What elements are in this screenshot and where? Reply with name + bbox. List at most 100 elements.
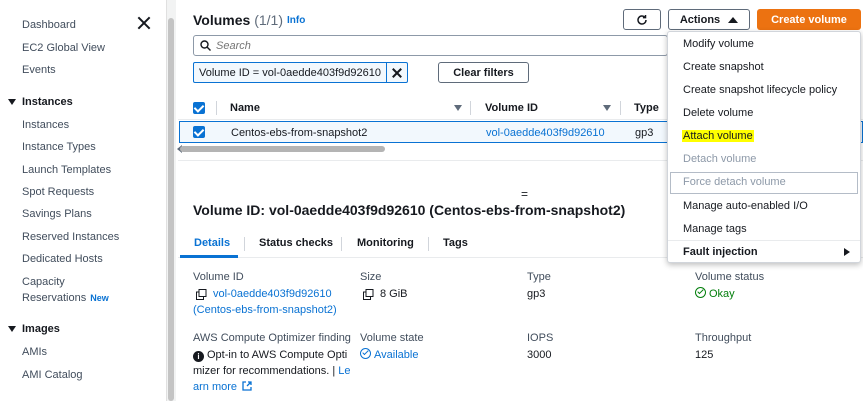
type-value: gp3 <box>527 288 546 300</box>
sidebar-item-reserved-instances[interactable]: Reserved Instances <box>22 231 119 243</box>
sidebar-item-ec2-global-view[interactable]: EC2 Global View <box>22 42 105 54</box>
info-icon: i <box>193 351 204 362</box>
sidebar-section-label: Images <box>22 323 60 335</box>
tab-details[interactable]: Details <box>194 237 230 249</box>
sort-icon[interactable] <box>603 105 611 111</box>
external-link-icon[interactable] <box>242 381 252 391</box>
available-icon <box>360 348 371 359</box>
status-ok-icon <box>695 287 706 298</box>
throughput-value: 125 <box>695 349 714 361</box>
menu-item-detach-volume: Detach volume <box>683 153 757 165</box>
sidebar-item-instances[interactable]: Instances <box>22 119 69 131</box>
row-type: gp3 <box>635 127 654 139</box>
new-badge: New <box>90 293 109 303</box>
sidebar-item-ami-catalog[interactable]: AMI Catalog <box>22 369 83 381</box>
search-box[interactable] <box>193 35 668 56</box>
copy-icon[interactable] <box>196 288 207 300</box>
sort-icon[interactable] <box>454 105 462 111</box>
throughput-label: Throughput <box>695 332 752 344</box>
menu-item-force-detach-volume: Force detach volume <box>683 176 786 188</box>
menu-item-create-snapshot[interactable]: Create snapshot <box>683 61 764 73</box>
sidebar-item-instance-types[interactable]: Instance Types <box>22 141 96 153</box>
menu-item-create-snapshot-lifecycle-policy[interactable]: Create snapshot lifecycle policy <box>683 84 837 96</box>
search-input[interactable] <box>216 38 656 53</box>
menu-item-modify-volume[interactable]: Modify volume <box>683 38 754 50</box>
row-name: Centos-ebs-from-snapshot2 <box>231 127 368 139</box>
learn-more-link[interactable]: arn more <box>193 381 237 393</box>
sidebar-item-capacity-reservations-line2[interactable]: Reservations New <box>22 292 109 304</box>
tab-divider <box>341 237 342 251</box>
volume-count: (1/1) <box>254 12 283 28</box>
sidebar-item-events[interactable]: Events <box>22 64 56 76</box>
actions-menu: Modify volume Create snapshot Create sna… <box>667 31 861 263</box>
active-tab-indicator <box>180 255 238 258</box>
volume-status-label: Volume status <box>695 271 765 283</box>
sidebar-item-dashboard[interactable]: Dashboard <box>22 19 76 31</box>
sidebar-section-images[interactable]: Images <box>8 323 60 335</box>
caret-down-icon <box>8 326 16 332</box>
tab-divider <box>244 237 245 251</box>
sidebar-item-dedicated-hosts[interactable]: Dedicated Hosts <box>22 253 103 265</box>
sidebar: Dashboard EC2 Global View Events Instanc… <box>0 0 165 401</box>
volume-id-name-link[interactable]: (Centos-ebs-from-snapshot2) <box>193 302 337 318</box>
column-header-name[interactable]: Name <box>230 102 260 114</box>
column-divider <box>470 101 471 115</box>
column-divider <box>216 101 217 115</box>
column-header-type[interactable]: Type <box>634 102 659 114</box>
filter-token-label: Volume ID = vol-0aedde403f9d92610 <box>194 63 387 82</box>
size-value: 8 GiB <box>363 286 408 302</box>
actions-button[interactable]: Actions <box>668 9 750 30</box>
volume-id-link[interactable]: vol-0aedde403f9d92610 <box>213 288 332 300</box>
volume-state-value: Available <box>360 347 418 363</box>
page-title: Volumes (1/1) <box>193 12 283 28</box>
caret-down-icon <box>8 99 16 105</box>
optimizer-finding-value: i Opt-in to AWS Compute Opti <box>193 347 347 363</box>
copy-icon[interactable] <box>363 288 374 300</box>
optimizer-finding-line3: arn more <box>193 379 252 395</box>
sidebar-item-launch-templates[interactable]: Launch Templates <box>22 164 111 176</box>
sidebar-section-label: Instances <box>22 96 73 108</box>
filter-token: Volume ID = vol-0aedde403f9d92610 <box>193 62 408 83</box>
menu-item-fault-injection[interactable]: Fault injection <box>683 246 758 258</box>
tab-divider <box>428 237 429 251</box>
select-all-checkbox[interactable] <box>193 102 205 114</box>
menu-item-manage-auto-enabled-io[interactable]: Manage auto-enabled I/O <box>683 200 808 212</box>
split-panel-handle[interactable]: = <box>521 187 528 201</box>
volume-status-value: Okay <box>695 286 735 302</box>
iops-label: IOPS <box>527 332 554 344</box>
remove-filter-icon[interactable] <box>387 63 407 82</box>
type-label: Type <box>527 271 551 283</box>
search-icon <box>200 40 211 51</box>
tab-monitoring[interactable]: Monitoring <box>357 237 414 249</box>
column-header-volume-id[interactable]: Volume ID <box>485 102 538 114</box>
volume-state-label: Volume state <box>360 332 424 344</box>
menu-item-attach-volume[interactable]: Attach volume <box>682 130 754 142</box>
volume-id-value: vol-0aedde403f9d92610 <box>196 286 332 302</box>
sidebar-item-capacity-reservations[interactable]: Capacity <box>22 276 65 288</box>
column-divider <box>620 101 621 115</box>
menu-item-delete-volume[interactable]: Delete volume <box>683 107 753 119</box>
sidebar-section-instances[interactable]: Instances <box>8 96 73 108</box>
sidebar-item-savings-plans[interactable]: Savings Plans <box>22 208 92 220</box>
volume-id-label: Volume ID <box>193 271 244 283</box>
row-checkbox[interactable] <box>193 126 205 138</box>
iops-value: 3000 <box>527 349 552 361</box>
info-link[interactable]: Info <box>287 15 305 26</box>
sidebar-scroll-thumb[interactable] <box>168 18 174 401</box>
tab-status-checks[interactable]: Status checks <box>259 237 333 249</box>
horizontal-scrollbar[interactable] <box>180 146 385 152</box>
close-icon[interactable] <box>137 16 151 30</box>
optimizer-finding-line2: mizer for recommendations. | Le <box>193 365 351 377</box>
menu-item-manage-tags[interactable]: Manage tags <box>683 223 747 235</box>
sidebar-item-amis[interactable]: AMIs <box>22 346 47 358</box>
sidebar-item-spot-requests[interactable]: Spot Requests <box>22 186 94 198</box>
tab-tags[interactable]: Tags <box>443 237 468 249</box>
create-volume-button[interactable]: Create volume <box>757 9 861 30</box>
row-volume-id-link[interactable]: vol-0aedde403f9d92610 <box>486 127 605 139</box>
caret-up-icon <box>728 16 739 23</box>
detail-title: Volume ID: vol-0aedde403f9d92610 (Centos… <box>193 202 626 218</box>
refresh-button[interactable] <box>623 9 661 30</box>
optimizer-finding-label: AWS Compute Optimizer finding <box>193 332 351 344</box>
learn-more-link[interactable]: Le <box>338 365 350 377</box>
clear-filters-button[interactable]: Clear filters <box>438 62 529 83</box>
